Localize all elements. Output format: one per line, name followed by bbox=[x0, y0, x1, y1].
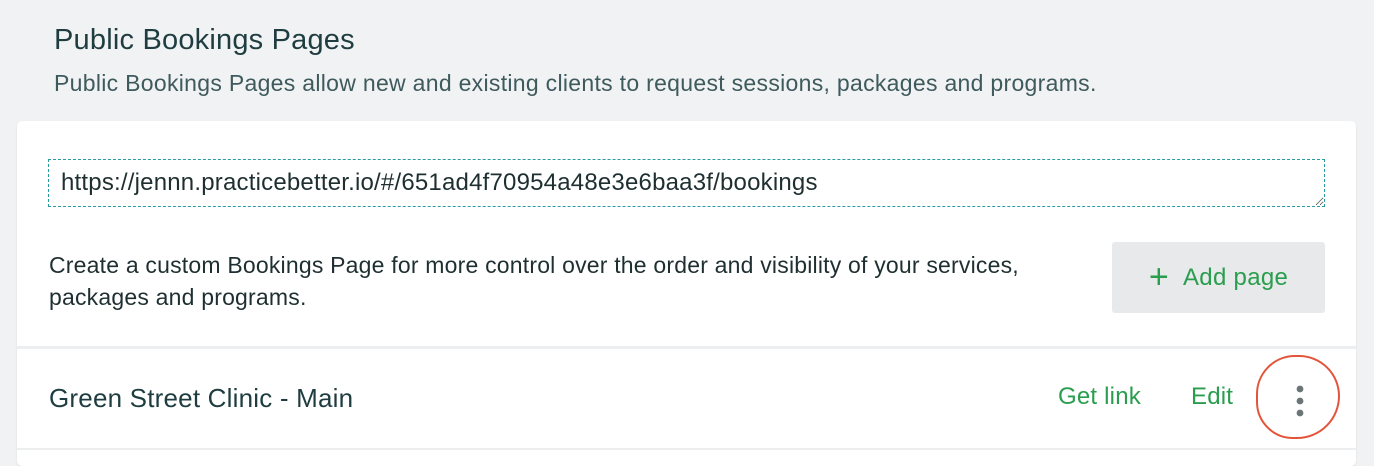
section-title: Public Bookings Pages bbox=[54, 24, 355, 56]
bookings-page-row: Green Street Clinic - Main Get link Edit bbox=[17, 349, 1356, 449]
edit-button[interactable]: Edit bbox=[1191, 383, 1233, 411]
more-vertical-icon bbox=[1296, 385, 1304, 417]
divider bbox=[17, 448, 1356, 450]
add-page-label: Add page bbox=[1182, 263, 1289, 291]
add-page-button[interactable]: + Add page bbox=[1112, 242, 1325, 313]
bookings-page-name: Green Street Clinic - Main bbox=[49, 383, 354, 413]
get-link-button[interactable]: Get link bbox=[1058, 383, 1141, 411]
more-options-button[interactable] bbox=[1287, 379, 1313, 423]
custom-page-description: Create a custom Bookings Page for more c… bbox=[49, 252, 1019, 310]
bookings-card: Create a custom Bookings Page for more c… bbox=[17, 121, 1356, 466]
section-description: Public Bookings Pages allow new and exis… bbox=[54, 70, 1097, 96]
plus-icon: + bbox=[1148, 257, 1169, 296]
booking-url-field[interactable] bbox=[48, 159, 1325, 207]
